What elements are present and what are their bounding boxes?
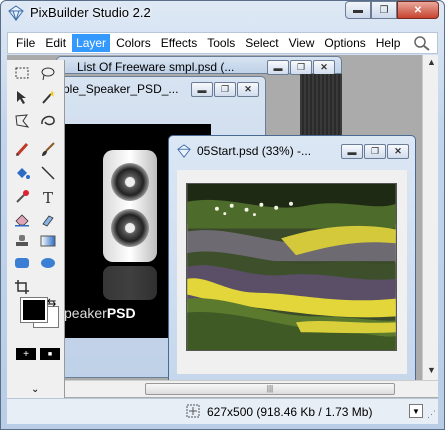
document-title: ple_Speaker_PSD_... xyxy=(63,82,179,96)
menu-bar: File Edit Layer Colors Effects Tools Sel… xyxy=(7,32,438,54)
close-icon: ✕ xyxy=(413,4,423,16)
document-window-freeware[interactable]: List Of Freeware smpl.psd (... ▬ ❐ ✕ xyxy=(56,56,342,75)
swap-colors-icon[interactable]: ⇆ xyxy=(47,296,56,309)
close-icon: ✕ xyxy=(394,146,402,156)
menu-effects[interactable]: Effects xyxy=(157,34,201,52)
add-button[interactable]: + xyxy=(16,348,36,360)
search-icon[interactable] xyxy=(413,35,431,51)
rounded-rect-icon[interactable] xyxy=(13,254,31,272)
menu-file[interactable]: File xyxy=(12,34,39,52)
close-icon: ✕ xyxy=(320,62,328,72)
svg-text:T: T xyxy=(43,189,53,206)
magic-wand-icon[interactable] xyxy=(39,88,57,106)
freeware-canvas xyxy=(300,74,342,138)
document-icon xyxy=(177,144,191,158)
resize-grip-icon[interactable]: ⋰ xyxy=(427,409,436,420)
maximize-icon: ❐ xyxy=(296,62,306,72)
menu-edit[interactable]: Edit xyxy=(41,34,70,52)
chevron-down-icon: ▼ xyxy=(412,406,420,416)
maximize-icon: ❐ xyxy=(379,4,389,16)
image-size-icon xyxy=(186,404,200,418)
menu-view[interactable]: View xyxy=(285,34,319,52)
remove-button[interactable]: ■ xyxy=(40,348,60,360)
minimize-icon: ▬ xyxy=(347,146,357,157)
text-tool-icon[interactable]: T xyxy=(39,188,57,206)
rect-select-icon[interactable] xyxy=(13,64,31,82)
menu-layer[interactable]: Layer xyxy=(72,34,111,52)
minimize-icon: ▬ xyxy=(353,4,363,16)
menu-select[interactable]: Select xyxy=(241,34,282,52)
maximize-icon: ❐ xyxy=(370,146,380,156)
document-title: 05Start.psd (33%) -... xyxy=(197,144,312,158)
foreground-color-swatch[interactable] xyxy=(20,297,48,323)
gradient-icon[interactable] xyxy=(39,232,57,250)
stamp-icon[interactable] xyxy=(13,232,31,250)
doc-close-button[interactable]: ✕ xyxy=(313,60,335,75)
close-button[interactable]: ✕ xyxy=(397,1,439,19)
minimize-button[interactable]: ▬ xyxy=(345,1,371,19)
brush-icon[interactable] xyxy=(39,140,57,158)
garden-photo[interactable] xyxy=(186,183,397,351)
menu-tools[interactable]: Tools xyxy=(203,34,239,52)
doc-minimize-button[interactable]: ▬ xyxy=(191,82,213,97)
menu-help[interactable]: Help xyxy=(372,34,405,52)
doc-maximize-button[interactable]: ❐ xyxy=(290,60,312,75)
tools-panel: T ⇆ + ■ ⌄ xyxy=(7,60,65,398)
close-icon: ✕ xyxy=(244,84,252,94)
minimize-icon: ▬ xyxy=(197,84,207,95)
speaker-caption: peakerPSD xyxy=(64,305,136,321)
horizontal-scrollbar[interactable]: ||| xyxy=(65,380,438,397)
line-icon[interactable] xyxy=(39,164,57,182)
crop-icon[interactable] xyxy=(13,278,31,296)
ellipse-icon[interactable] xyxy=(39,254,57,272)
doc-minimize-button[interactable]: ▬ xyxy=(341,144,363,159)
doc-maximize-button[interactable]: ❐ xyxy=(364,144,386,159)
minimize-icon: ▬ xyxy=(273,62,283,73)
scroll-up-icon[interactable]: ▲ xyxy=(427,57,436,67)
scroll-thumb[interactable]: ||| xyxy=(145,383,395,395)
status-bar: 627x500 (918.46 Kb / 1.73 Mb) ▼ ⋰ xyxy=(7,398,438,424)
vertical-scrollbar[interactable]: ▲ ▼ xyxy=(422,55,438,380)
polygon-lasso-icon[interactable] xyxy=(13,112,31,130)
title-bar[interactable]: PixBuilder Studio 2.2 ▬ ❐ ✕ xyxy=(0,0,445,26)
doc-close-button[interactable]: ✕ xyxy=(387,144,409,159)
dropper-icon[interactable] xyxy=(13,188,31,206)
lasso-icon[interactable] xyxy=(39,64,57,82)
document-title: List Of Freeware smpl.psd (... xyxy=(77,60,235,74)
app-diamond-icon xyxy=(8,5,24,21)
doc-minimize-button[interactable]: ▬ xyxy=(267,60,289,75)
pencil-icon[interactable] xyxy=(13,140,31,158)
magnetic-lasso-icon[interactable] xyxy=(39,112,57,130)
maximize-button[interactable]: ❐ xyxy=(371,1,397,19)
move-icon[interactable] xyxy=(13,88,31,106)
menu-colors[interactable]: Colors xyxy=(112,34,155,52)
eraser-icon[interactable] xyxy=(13,210,31,228)
status-text: 627x500 (918.46 Kb / 1.73 Mb) xyxy=(207,405,373,419)
doc-close-button[interactable]: ✕ xyxy=(237,82,259,97)
maximize-icon: ❐ xyxy=(220,84,230,94)
doc-maximize-button[interactable]: ❐ xyxy=(214,82,236,97)
smudge-icon[interactable] xyxy=(39,210,57,228)
status-dropdown-button[interactable]: ▼ xyxy=(409,404,423,418)
menu-options[interactable]: Options xyxy=(320,34,369,52)
scroll-down-icon[interactable]: ▼ xyxy=(427,365,436,375)
fill-bucket-icon[interactable] xyxy=(13,164,31,182)
app-title: PixBuilder Studio 2.2 xyxy=(30,5,151,20)
tools-scroll-down-icon[interactable]: ⌄ xyxy=(31,384,39,395)
